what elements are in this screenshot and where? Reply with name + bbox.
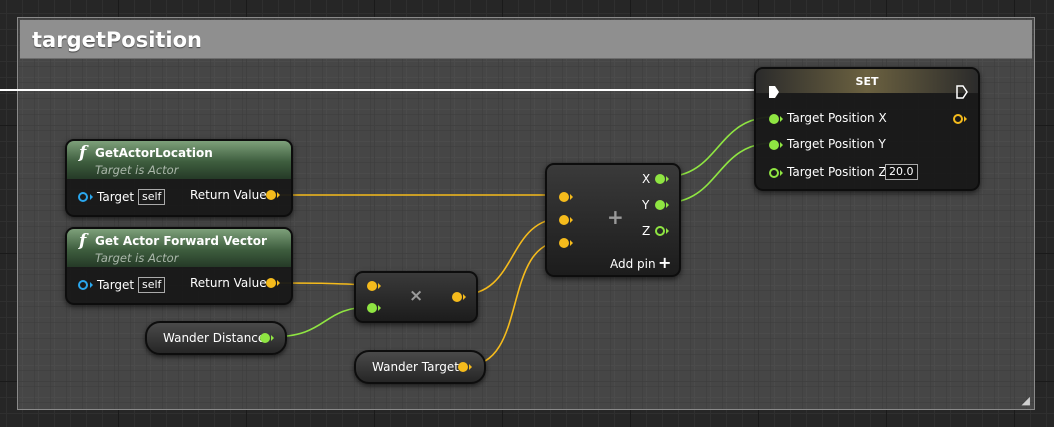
pin-arrow-icon xyxy=(570,240,573,246)
set-node[interactable]: SET Target Position X Target Position Y … xyxy=(754,67,980,191)
target-position-z-label: Target Position Z xyxy=(787,165,887,179)
pin-arrow-icon xyxy=(666,228,669,234)
multiply-icon: × xyxy=(409,286,424,306)
pin-arrow-icon xyxy=(666,202,669,208)
target-position-z-input[interactable]: 20.0 xyxy=(885,164,918,180)
target-position-y-label: Target Position Y xyxy=(787,137,886,151)
pin-arrow-icon xyxy=(666,176,669,182)
node-title: Get Actor Forward Vector xyxy=(95,234,267,248)
wander-distance-pin-icon[interactable] xyxy=(260,333,270,343)
resize-grip-icon[interactable]: ◢ xyxy=(1022,394,1030,407)
output-pin-icon[interactable] xyxy=(953,114,963,124)
target-position-z-pin-icon[interactable] xyxy=(769,168,779,178)
wander-target-node[interactable]: Wander Target xyxy=(354,350,486,384)
target-position-x-pin-icon[interactable] xyxy=(769,114,779,124)
add-pin-label[interactable]: Add pin xyxy=(610,257,656,271)
comment-header[interactable]: targetPosition xyxy=(20,20,1032,59)
node-subtitle: Target is Actor xyxy=(95,251,179,265)
target-pin-icon[interactable] xyxy=(78,192,88,202)
return-value-pin-icon[interactable] xyxy=(266,190,276,200)
pin-arrow-icon xyxy=(378,283,381,289)
x-pin-icon[interactable] xyxy=(655,174,665,184)
pin-arrow-icon xyxy=(780,142,783,148)
y-label: Y xyxy=(642,198,650,212)
x-label: X xyxy=(642,172,651,186)
get-actor-forward-vector-node[interactable]: f Get Actor Forward Vector Target is Act… xyxy=(65,227,293,305)
node-title: GetActorLocation xyxy=(95,146,213,160)
pin-arrow-icon xyxy=(90,194,93,200)
function-icon: f xyxy=(79,143,87,163)
return-value-label: Return Value xyxy=(190,188,267,202)
comment-title: targetPosition xyxy=(32,28,203,52)
pin-arrow-icon xyxy=(780,170,783,176)
pin-arrow-icon xyxy=(90,282,93,288)
input-c-pin-icon[interactable] xyxy=(559,238,569,248)
add-icon: + xyxy=(607,205,624,229)
wander-target-pin-icon[interactable] xyxy=(458,362,468,372)
input-b-pin-icon[interactable] xyxy=(559,215,569,225)
set-title: SET xyxy=(855,75,879,88)
pin-arrow-icon xyxy=(277,280,280,286)
target-position-y-pin-icon[interactable] xyxy=(769,140,779,150)
wander-target-label: Wander Target xyxy=(372,360,459,374)
return-value-pin-icon[interactable] xyxy=(266,278,276,288)
target-label: Target xyxy=(97,278,135,292)
wander-distance-label: Wander Distance xyxy=(163,331,266,345)
input-a-pin-icon[interactable] xyxy=(559,192,569,202)
exec-out-pin-icon[interactable] xyxy=(956,85,968,99)
target-label: Target xyxy=(97,190,135,204)
pin-arrow-icon xyxy=(780,116,783,122)
function-icon: f xyxy=(79,231,87,251)
pin-arrow-icon xyxy=(570,217,573,223)
pin-arrow-icon xyxy=(463,294,466,300)
y-pin-icon[interactable] xyxy=(655,200,665,210)
pin-arrow-icon xyxy=(277,192,280,198)
pin-arrow-icon xyxy=(964,116,967,122)
z-pin-icon[interactable] xyxy=(655,226,665,236)
return-value-label: Return Value xyxy=(190,276,267,290)
multiply-node[interactable]: × xyxy=(354,271,478,323)
z-label: Z xyxy=(642,224,651,238)
output-pin-icon[interactable] xyxy=(452,292,462,302)
get-actor-location-node[interactable]: f GetActorLocation Target is Actor Targe… xyxy=(65,139,293,217)
add-node[interactable]: + X Y Z Add pin + xyxy=(545,163,681,277)
input-b-pin-icon[interactable] xyxy=(367,303,377,313)
target-self-value[interactable]: self xyxy=(138,277,166,293)
node-subtitle: Target is Actor xyxy=(95,163,179,177)
pin-arrow-icon xyxy=(271,335,274,341)
pin-arrow-icon xyxy=(469,364,472,370)
pin-arrow-icon xyxy=(570,194,573,200)
target-position-x-label: Target Position X xyxy=(787,111,887,125)
target-pin-icon[interactable] xyxy=(78,280,88,290)
pin-arrow-icon xyxy=(378,305,381,311)
wander-distance-node[interactable]: Wander Distance xyxy=(145,321,287,355)
target-self-value[interactable]: self xyxy=(138,189,166,205)
input-a-pin-icon[interactable] xyxy=(367,281,377,291)
add-pin-icon[interactable]: + xyxy=(658,253,671,272)
